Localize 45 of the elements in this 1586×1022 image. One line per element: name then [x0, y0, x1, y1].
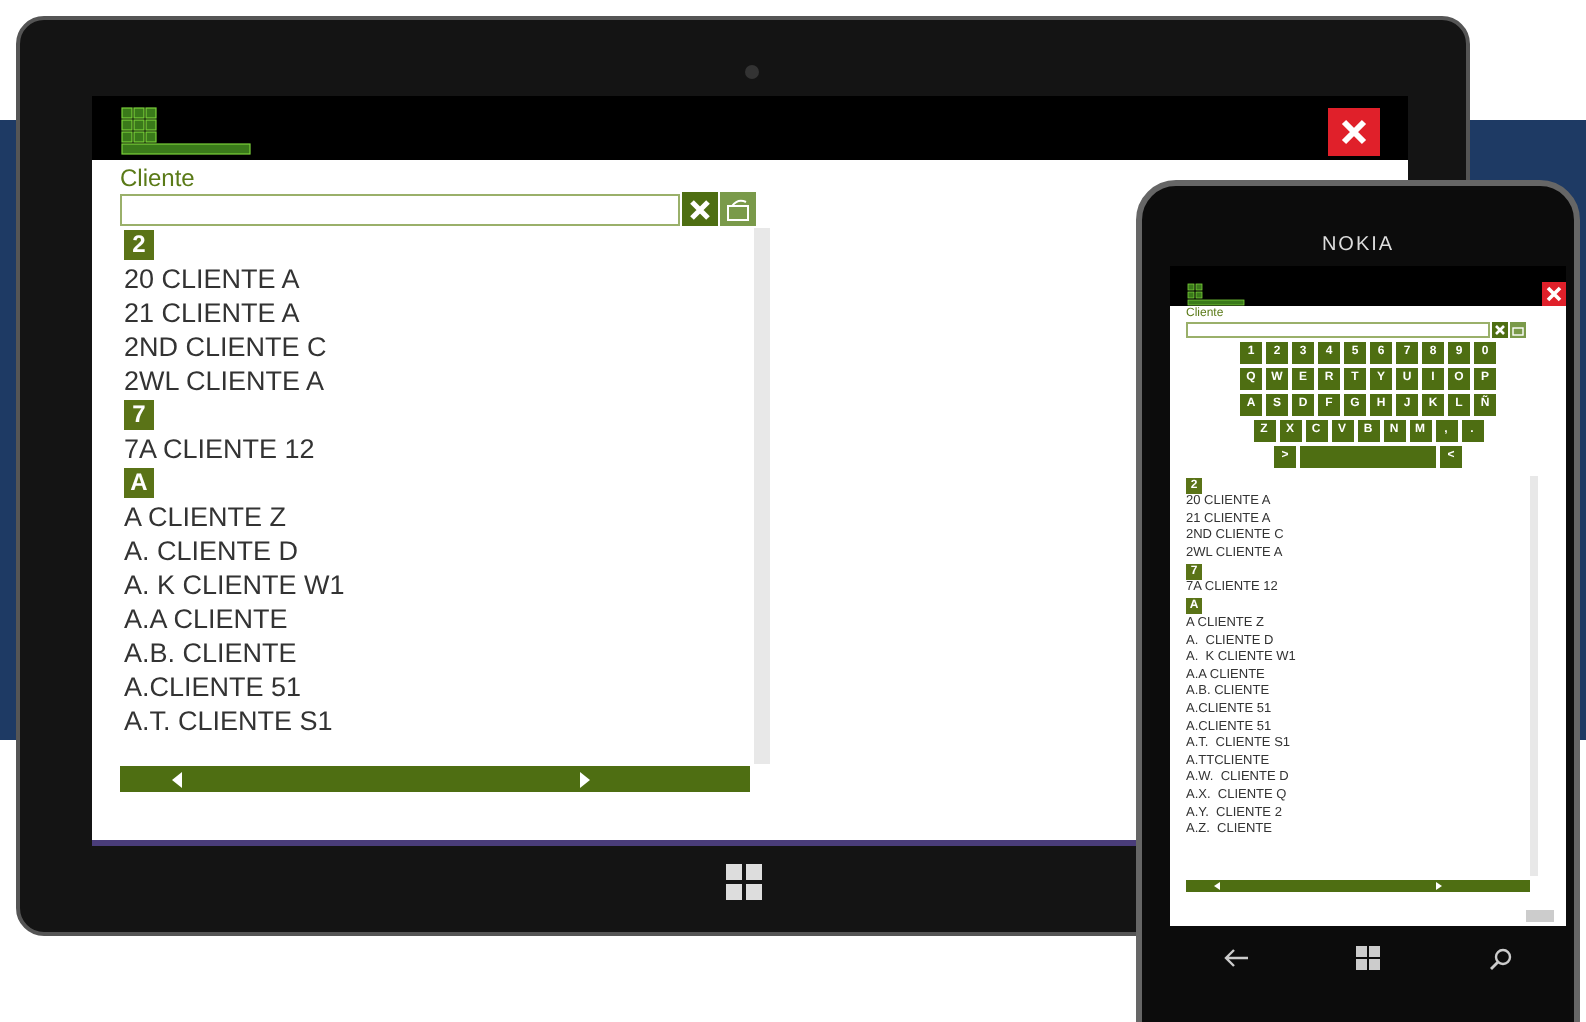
field-label: Cliente — [120, 164, 197, 192]
close-button[interactable] — [1542, 282, 1566, 306]
list-item[interactable]: A.T. CLIENTE S1 — [124, 704, 333, 738]
list-item[interactable]: A CLIENTE Z — [124, 500, 287, 534]
horizontal-scrollbar[interactable] — [1186, 880, 1530, 892]
windows-icon[interactable] — [726, 864, 762, 900]
windows-icon[interactable] — [1356, 946, 1381, 970]
list-item[interactable]: 2ND CLIENTE C — [124, 330, 327, 364]
list-item[interactable]: A. CLIENTE D — [124, 534, 299, 568]
logo-icon — [120, 106, 252, 158]
group-header[interactable]: A — [124, 468, 154, 498]
list-item[interactable]: A.A CLIENTE — [124, 602, 288, 636]
keyboard-button[interactable] — [720, 192, 756, 226]
keyboard-icon — [726, 197, 750, 221]
camera-icon — [744, 64, 760, 80]
close-icon — [1494, 324, 1506, 336]
group-header[interactable]: 2 — [124, 230, 154, 260]
left-arrow-icon — [172, 771, 182, 787]
search-field[interactable] — [120, 193, 680, 225]
group-header[interactable]: 7 — [124, 400, 154, 430]
list-item[interactable]: 7A CLIENTE 12 — [124, 432, 315, 466]
search-field[interactable] — [1186, 322, 1490, 338]
list-item[interactable]: 2WL CLIENTE A — [124, 364, 325, 398]
horizontal-scrollbar[interactable] — [120, 766, 750, 792]
close-button[interactable] — [1328, 108, 1380, 156]
close-icon — [1340, 118, 1368, 146]
close-icon — [688, 197, 712, 221]
right-arrow-icon — [1436, 882, 1442, 890]
list-item[interactable]: 20 CLIENTE A — [124, 262, 300, 296]
list-item[interactable]: A.CLIENTE 51 — [124, 670, 302, 704]
clear-button[interactable] — [682, 192, 718, 226]
list-item[interactable]: A.B. CLIENTE — [124, 636, 297, 670]
logo-icon — [1186, 282, 1246, 306]
scrollbar[interactable] — [754, 228, 770, 764]
list-item[interactable]: A. K CLIENTE W1 — [124, 568, 345, 602]
left-arrow-icon — [1214, 882, 1220, 890]
back-icon[interactable] — [1224, 948, 1249, 968]
clear-button[interactable] — [1492, 322, 1508, 338]
keyboard-icon — [1512, 324, 1524, 336]
list-item[interactable]: 21 CLIENTE A — [124, 296, 300, 330]
close-icon — [1546, 286, 1562, 302]
right-arrow-icon — [580, 771, 590, 787]
keyboard-button[interactable] — [1510, 322, 1526, 338]
search-icon[interactable] — [1489, 947, 1512, 969]
brand-label: NOKIA — [1319, 234, 1397, 256]
